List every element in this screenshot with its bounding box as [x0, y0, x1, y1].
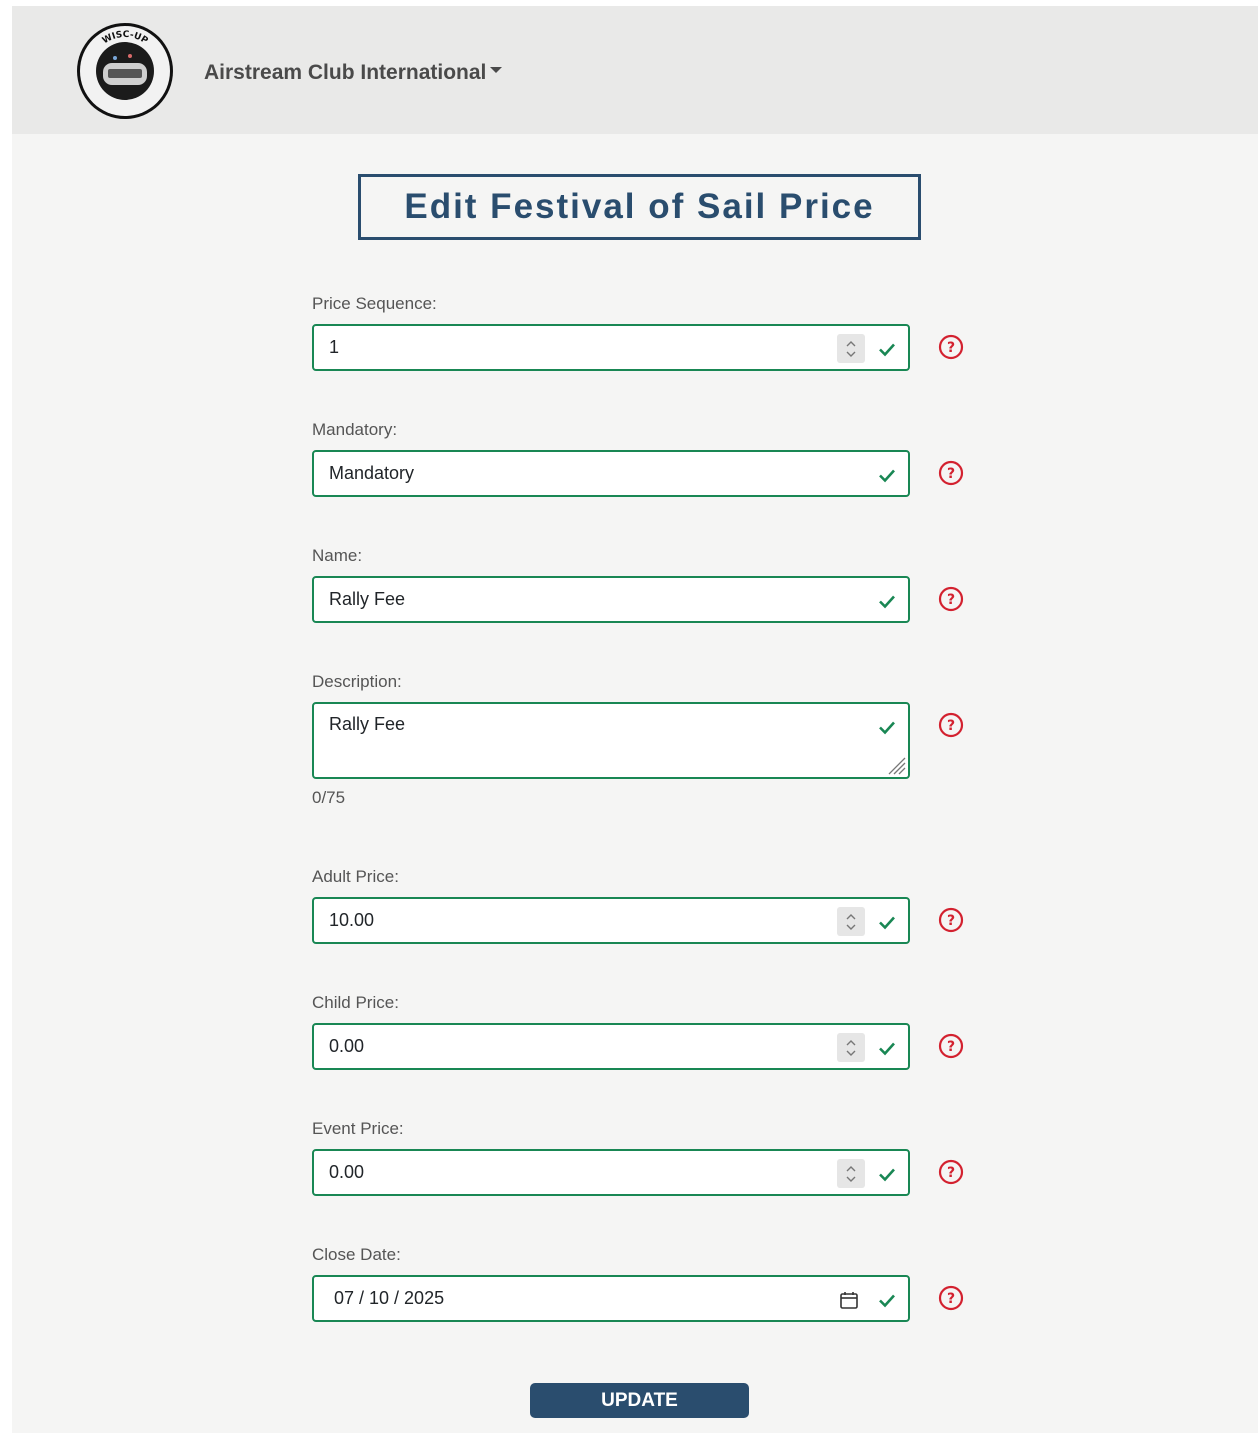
description-label: Description:	[312, 672, 402, 691]
navbar: WISC-UP Airstream Club International	[12, 6, 1258, 134]
help-icon[interactable]: ?	[938, 712, 964, 738]
valid-check-icon	[879, 916, 895, 930]
calendar-icon[interactable]	[838, 1289, 860, 1311]
svg-text:?: ?	[947, 718, 955, 734]
help-icon[interactable]: ?	[938, 334, 964, 360]
help-icon[interactable]: ?	[938, 1033, 964, 1059]
help-icon[interactable]: ?	[938, 460, 964, 486]
valid-check-icon	[879, 721, 895, 735]
child-price-label: Child Price:	[312, 993, 399, 1012]
svg-text:?: ?	[947, 913, 955, 929]
event-price-value: 0.00	[329, 1162, 365, 1182]
mandatory-value: Mandatory	[329, 463, 415, 483]
description-char-counter: 0/75	[312, 788, 346, 807]
svg-text:?: ?	[947, 1165, 955, 1181]
svg-text:?: ?	[947, 340, 955, 356]
help-icon[interactable]: ?	[938, 586, 964, 612]
help-icon[interactable]: ?	[938, 907, 964, 933]
brand-dropdown[interactable]: Airstream Club International	[204, 61, 503, 85]
valid-check-icon	[879, 1168, 895, 1182]
price-sequence-label: Price Sequence:	[312, 294, 437, 313]
event-price-label: Event Price:	[312, 1119, 404, 1138]
description-textarea[interactable]: Rally Fee	[312, 702, 910, 779]
close-date-value: 07 / 10 / 2025	[334, 1288, 445, 1308]
resize-handle-icon[interactable]	[883, 752, 907, 776]
caret-down-icon	[490, 67, 503, 73]
svg-text:?: ?	[947, 1291, 955, 1307]
mandatory-label: Mandatory:	[312, 420, 398, 439]
number-spinner[interactable]	[837, 1159, 865, 1188]
event-price-input[interactable]: 0.00	[312, 1149, 910, 1196]
price-sequence-value: 1	[329, 337, 340, 357]
valid-check-icon	[879, 343, 895, 357]
mandatory-input[interactable]: Mandatory	[312, 450, 910, 497]
child-price-input[interactable]: 0.00	[312, 1023, 910, 1070]
name-label: Name:	[312, 546, 363, 565]
description-value: Rally Fee	[329, 714, 406, 734]
svg-text:?: ?	[947, 1039, 955, 1055]
valid-check-icon	[879, 1042, 895, 1056]
child-price-value: 0.00	[329, 1036, 365, 1056]
update-button[interactable]: UPDATE	[530, 1383, 749, 1418]
page: WISC-UP Airstream Club International Edi…	[12, 6, 1258, 1433]
number-spinner[interactable]	[837, 907, 865, 936]
valid-check-icon	[879, 595, 895, 609]
number-spinner[interactable]	[837, 334, 865, 363]
number-spinner[interactable]	[837, 1033, 865, 1062]
close-date-input[interactable]: 07 / 10 / 2025	[312, 1275, 910, 1322]
page-title: Edit Festival of Sail Price	[404, 187, 875, 226]
adult-price-input[interactable]: 10.00	[312, 897, 910, 944]
svg-text:?: ?	[947, 592, 955, 608]
adult-price-value: 10.00	[329, 910, 375, 930]
name-input[interactable]: Rally Fee	[312, 576, 910, 623]
help-icon[interactable]: ?	[938, 1159, 964, 1185]
adult-price-label: Adult Price:	[312, 867, 399, 886]
name-value: Rally Fee	[329, 589, 406, 609]
club-logo[interactable]: WISC-UP	[75, 21, 175, 121]
close-date-label: Close Date:	[312, 1245, 401, 1264]
valid-check-icon	[879, 1294, 895, 1308]
svg-text:?: ?	[947, 466, 955, 482]
brand-label: Airstream Club International	[204, 61, 487, 84]
valid-check-icon	[879, 469, 895, 483]
help-icon[interactable]: ?	[938, 1285, 964, 1311]
price-sequence-input[interactable]: 1	[312, 324, 910, 371]
page-title-box: Edit Festival of Sail Price	[358, 174, 921, 240]
